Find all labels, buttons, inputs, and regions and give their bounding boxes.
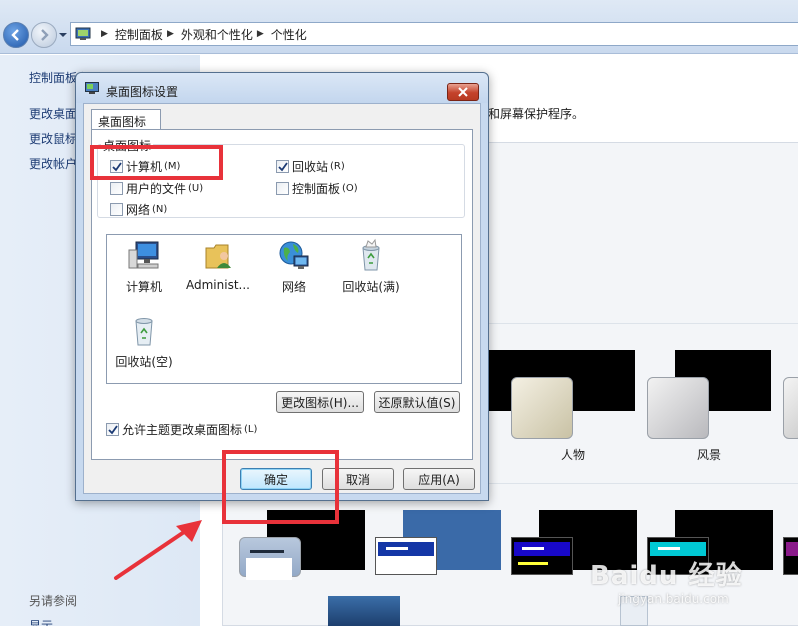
desktop-settings-icon [85,82,99,94]
recycle-bin-empty-icon [135,318,153,346]
checkbox-label: 网络 [126,203,151,217]
desktop-icon-list: 计算机 Administ... 网络 回收站(满) 回收站(空) [106,234,462,384]
theme-label-people: 人物 [561,448,586,462]
hotkey-label: (N) [152,204,168,215]
hotkey-label: (O) [342,183,358,194]
icon-item-user-files[interactable]: Administ... [180,238,256,292]
network-icon [279,241,309,269]
restore-default-button[interactable]: 还原默认值(S) [374,391,460,413]
breadcrumb-control-panel[interactable]: 控制面板 [115,26,163,43]
icon-label: 回收站(满) [342,280,400,294]
explorer-toolbar: ▶ 控制面板 ▶ 外观和个性化 ▶ 个性化 [0,0,798,54]
checkbox-label: 控制面板 [292,182,341,196]
main-description: 和屏幕保护程序。 [488,107,585,121]
apply-button[interactable]: 应用(A) [403,468,475,490]
annotation-highlight-ok [222,450,339,524]
theme-color-swatch[interactable] [511,377,573,439]
checkbox-user-files[interactable]: 用户的文件 (U) [110,180,203,197]
theme-color-swatch[interactable] [647,377,709,439]
checkmark-icon [277,161,288,171]
computer-icon [128,241,159,269]
checkbox-box[interactable] [276,160,289,173]
hotkey-label: (L) [244,424,258,435]
theme-color-swatch[interactable] [239,537,301,580]
breadcrumb-separator-icon: ▶ [101,29,108,39]
close-button[interactable] [447,83,479,101]
desktop-icon-settings-dialog: 桌面图标设置 桌面图标 桌面图标 计算机 (M) 回收站 (R) 用户的文件 (U) [75,72,489,501]
icon-item-recycle-bin-full[interactable]: 回收站(满) [333,238,409,295]
theme-color-swatch[interactable] [511,537,573,575]
change-icon-button[interactable]: 更改图标(H)... [276,391,364,413]
desktop-background-preview[interactable] [328,596,400,626]
icon-item-recycle-bin-empty[interactable]: 回收站(空) [106,313,182,370]
link-display[interactable]: 显示 [29,617,53,626]
theme-color-swatch[interactable] [783,537,798,575]
watermark-main: Baidu 经验 [590,561,743,591]
checkbox-allow-themes[interactable]: 允许主题更改桌面图标 (L) [106,421,257,438]
icon-label: 回收站(空) [115,355,173,369]
hotkey-label: (R) [330,161,345,172]
control-panel-icon [75,27,91,40]
checkbox-recycle-bin[interactable]: 回收站 (R) [276,158,345,175]
checkbox-label: 允许主题更改桌面图标 [122,423,243,437]
close-icon [458,87,468,97]
checkmark-icon [107,424,118,434]
checkbox-label: 回收站 [292,160,329,174]
recent-pages-dropdown-icon[interactable] [58,30,68,40]
watermark-sub: jingyan.baidu.com [618,592,729,606]
icon-label: Administ... [186,278,250,292]
theme-color-swatch[interactable] [375,537,437,575]
checkbox-box[interactable] [276,182,289,195]
checkbox-box[interactable] [110,203,123,216]
see-also-heading: 另请参阅 [29,594,78,608]
icon-label: 计算机 [125,280,162,294]
annotation-arrow-icon [114,520,202,580]
breadcrumb-separator-icon: ▶ [166,29,174,39]
icon-item-computer[interactable]: 计算机 [106,238,182,295]
breadcrumb-appearance[interactable]: 外观和个性化 [181,26,253,43]
checkbox-network[interactable]: 网络 (N) [110,201,167,218]
breadcrumb-personalization[interactable]: 个性化 [271,26,307,43]
dialog-title: 桌面图标设置 [106,85,179,99]
user-folder-icon [205,244,231,269]
recycle-bin-full-icon [362,238,380,271]
back-button[interactable] [3,22,29,48]
icon-item-network[interactable]: 网络 [256,238,332,295]
checkbox-label: 用户的文件 [126,182,187,196]
breadcrumb-separator-icon: ▶ [256,29,264,39]
checkbox-box[interactable] [110,182,123,195]
hotkey-label: (U) [188,183,204,194]
arrow-left-icon [11,29,19,41]
address-bar[interactable]: ▶ 控制面板 ▶ 外观和个性化 ▶ 个性化 [70,22,798,46]
checkbox-box[interactable] [106,423,119,436]
baidu-watermark: Baidu 经验 jingyan.baidu.com [590,555,742,606]
checkbox-control-panel[interactable]: 控制面板 (O) [276,180,358,197]
annotation-highlight-computer [90,145,223,180]
arrow-right-icon [41,29,49,41]
theme-color-swatch[interactable] [783,377,798,439]
dialog-titlebar[interactable]: 桌面图标设置 [76,73,488,103]
forward-button[interactable] [31,22,57,48]
theme-label-landscapes: 风景 [697,448,722,462]
tab-desktop-icons[interactable]: 桌面图标 [91,109,161,130]
icon-label: 网络 [281,280,306,294]
